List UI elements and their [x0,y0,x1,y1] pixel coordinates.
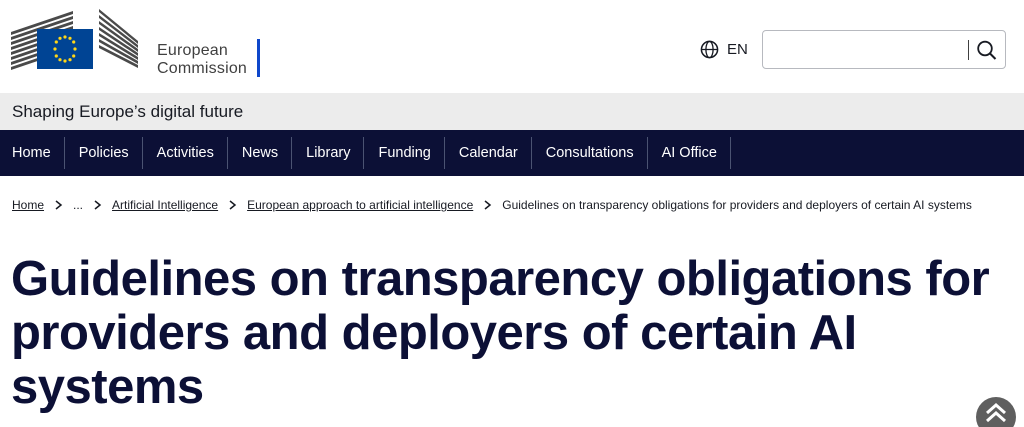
chevron-right-icon [484,200,492,210]
site-header: European Commission EN [0,0,1024,93]
chevron-right-icon [94,200,102,210]
nav-item-label: Policies [78,145,129,161]
chevron-right-icon [229,200,237,210]
nav-item-label: AI Office [661,145,717,161]
nav-item-funding[interactable]: Funding [364,130,446,176]
language-selector[interactable]: EN [700,38,748,60]
logo-line-2: Commission [157,60,248,77]
nav-item-label: Funding [378,145,431,161]
breadcrumb-ai-link[interactable]: Artificial Intelligence [112,198,218,212]
logo-line-1: European [157,42,228,59]
breadcrumb-current: Guidelines on transparency obligations f… [502,198,972,212]
nav-item-library[interactable]: Library [292,130,365,176]
chevron-right-icon [55,200,63,210]
main-navigation: Home Policies Activities News Library Fu… [0,130,1024,176]
breadcrumb-ellipsis[interactable]: ... [73,198,83,212]
logo-divider [257,39,260,77]
search-button[interactable] [975,39,999,61]
nav-item-label: Calendar [458,145,518,161]
nav-item-consultations[interactable]: Consultations [532,130,648,176]
nav-item-home[interactable]: Home [0,130,65,176]
search-divider [968,40,969,60]
back-to-top-icon [986,403,1006,423]
search-icon [977,40,997,60]
nav-item-label: Library [306,145,351,161]
logo-wordmark: European Commission [157,42,247,78]
breadcrumb-approach-link[interactable]: European approach to artificial intellig… [247,198,473,212]
page-title: Guidelines on transparency obligations f… [11,252,990,414]
nav-item-label: News [241,145,279,161]
nav-item-activities[interactable]: Activities [143,130,229,176]
site-name-bar: Shaping Europe’s digital future [0,93,1024,130]
nav-item-label: Home [12,145,51,161]
nav-item-calendar[interactable]: Calendar [445,130,532,176]
breadcrumb: Home ... Artificial Intelligence Europea… [12,198,972,212]
search-box [762,30,1006,69]
back-to-top-button[interactable] [976,397,1016,427]
nav-item-news[interactable]: News [228,130,293,176]
nav-item-label: Consultations [545,145,634,161]
nav-item-policies[interactable]: Policies [65,130,143,176]
nav-item-ai-office[interactable]: AI Office [648,130,732,176]
nav-item-label: Activities [156,145,214,161]
european-commission-logo[interactable]: European Commission [11,7,260,77]
language-code: EN [727,40,748,58]
site-name[interactable]: Shaping Europe’s digital future [12,102,243,122]
globe-icon [700,40,719,58]
search-input[interactable] [764,32,964,67]
breadcrumb-home-link[interactable]: Home [12,198,44,212]
